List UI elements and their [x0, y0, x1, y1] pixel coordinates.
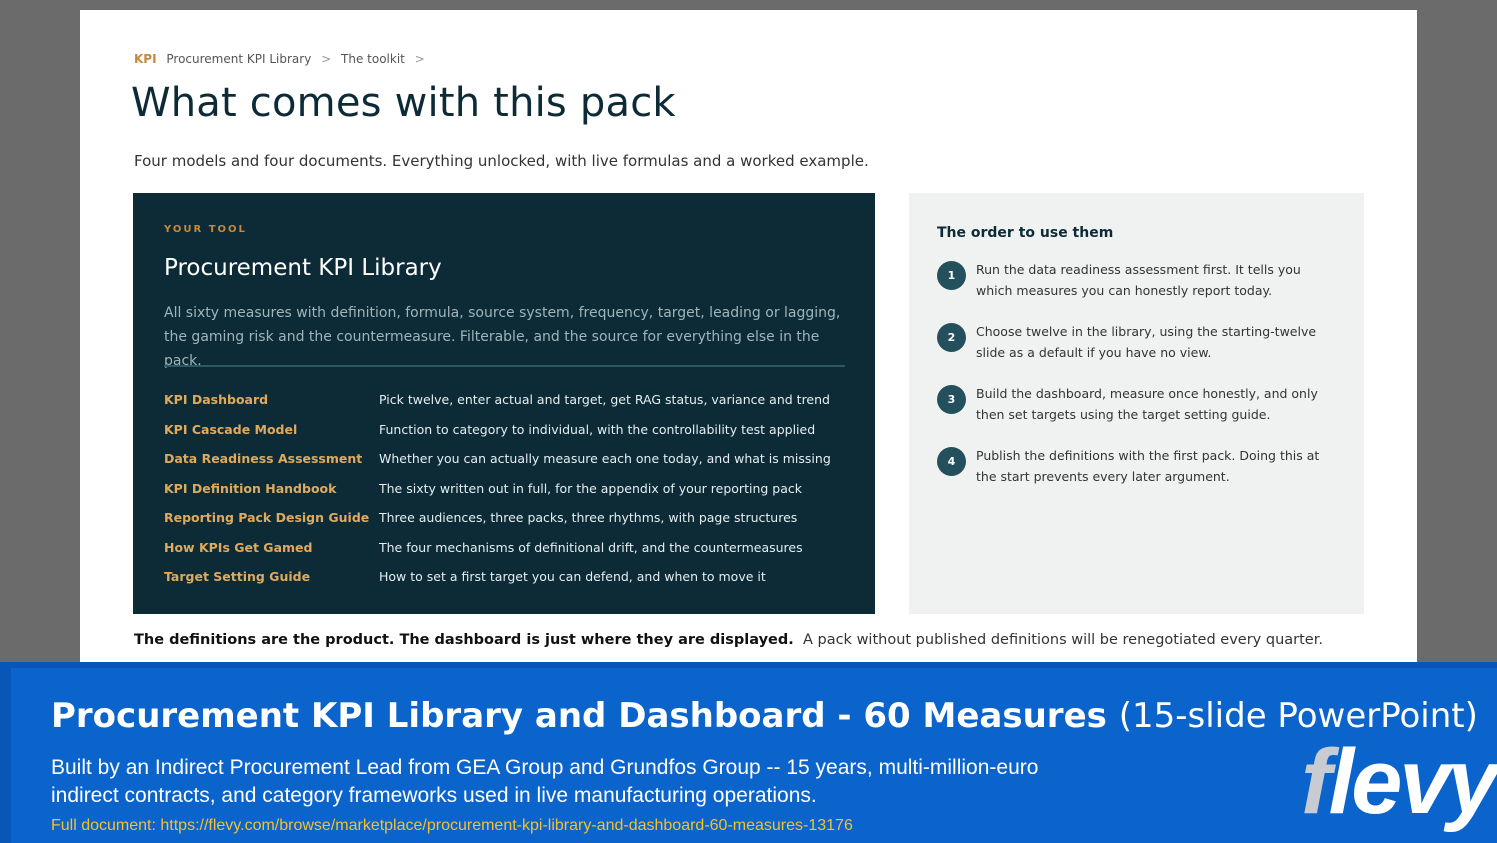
tool-divider	[164, 365, 845, 367]
list-item: Target Setting Guide How to set a first …	[164, 562, 854, 592]
breadcrumb-separator: >	[321, 52, 332, 66]
tool-components-list: KPI Dashboard Pick twelve, enter actual …	[164, 385, 854, 592]
banner-title-format: (15-slide PowerPoint)	[1118, 696, 1478, 736]
list-item: Data Readiness Assessment Whether you ca…	[164, 444, 854, 474]
footer-note: The definitions are the product. The das…	[134, 632, 1323, 648]
page-subtitle: Four models and four documents. Everythi…	[134, 152, 869, 170]
component-description: The four mechanisms of definitional drif…	[379, 539, 803, 555]
slide: KPI Procurement KPI Library > The toolki…	[80, 10, 1417, 670]
list-item: KPI Cascade Model Function to category t…	[164, 415, 854, 445]
list-item: 2 Choose twelve in the library, using th…	[937, 323, 1347, 385]
component-name: KPI Dashboard	[164, 392, 269, 408]
document-link[interactable]: Full document: https://flevy.com/browse/…	[51, 817, 853, 835]
component-description: How to set a first target you can defend…	[379, 569, 766, 585]
tool-card: YOUR TOOL Procurement KPI Library All si…	[133, 193, 875, 614]
banner-panel: Procurement KPI Library and Dashboard - …	[11, 668, 1497, 843]
breadcrumb-separator: >	[414, 52, 425, 66]
order-card: The order to use them 1 Run the data rea…	[909, 193, 1364, 614]
component-description: Pick twelve, enter actual and target, ge…	[379, 392, 830, 408]
breadcrumb: KPI Procurement KPI Library > The toolki…	[134, 52, 431, 66]
footer-note-text: A pack without published definitions wil…	[802, 632, 1323, 648]
banner-description: Built by an Indirect Procurement Lead fr…	[51, 756, 1039, 807]
component-name: Target Setting Guide	[164, 569, 311, 585]
component-name: Data Readiness Assessment	[164, 451, 363, 467]
step-number-badge: 3	[937, 385, 966, 414]
step-number-badge: 1	[937, 261, 966, 290]
list-item: 1 Run the data readiness assessment firs…	[937, 261, 1347, 323]
step-text: Publish the definitions with the first p…	[976, 448, 1320, 484]
list-item: 3 Build the dashboard, measure once hone…	[937, 385, 1347, 447]
component-description: The sixty written out in full, for the a…	[379, 480, 802, 496]
component-name: Reporting Pack Design Guide	[164, 510, 370, 526]
banner-title-main: Procurement KPI Library and Dashboard - …	[51, 696, 1107, 736]
banner-title: Procurement KPI Library and Dashboard - …	[51, 696, 1478, 736]
tool-eyebrow: YOUR TOOL	[164, 224, 247, 235]
tool-name: Procurement KPI Library	[164, 255, 442, 281]
page-title: What comes with this pack	[131, 80, 676, 126]
breadcrumb-tag: KPI	[134, 52, 157, 66]
component-description: Whether you can actually measure each on…	[379, 451, 831, 467]
logo-letter: f	[1301, 731, 1332, 833]
step-number-badge: 4	[937, 447, 966, 476]
step-text: Build the dashboard, measure once honest…	[976, 386, 1318, 422]
step-text: Choose twelve in the library, using the …	[976, 324, 1317, 360]
list-item: KPI Definition Handbook The sixty writte…	[164, 474, 854, 504]
steps-list: 1 Run the data readiness assessment firs…	[937, 261, 1347, 509]
list-item: Reporting Pack Design Guide Three audien…	[164, 503, 854, 533]
list-item: KPI Dashboard Pick twelve, enter actual …	[164, 385, 854, 415]
step-number-badge: 2	[937, 323, 966, 352]
breadcrumb-item-library[interactable]: Procurement KPI Library	[166, 52, 311, 66]
component-name: KPI Cascade Model	[164, 421, 298, 437]
step-text: Run the data readiness assessment first.…	[976, 262, 1301, 298]
footer-note-bold: The definitions are the product. The das…	[134, 632, 794, 648]
component-description: Three audiences, three packs, three rhyt…	[379, 510, 798, 526]
list-item: 4 Publish the definitions with the first…	[937, 447, 1347, 509]
list-item: How KPIs Get Gamed The four mechanisms o…	[164, 533, 854, 563]
component-name: How KPIs Get Gamed	[164, 539, 313, 555]
logo-rest: levy	[1328, 731, 1497, 833]
component-name: KPI Definition Handbook	[164, 480, 337, 496]
document-banner: Procurement KPI Library and Dashboard - …	[0, 662, 1497, 843]
order-title: The order to use them	[937, 225, 1114, 241]
component-description: Function to category to individual, with…	[379, 421, 816, 437]
breadcrumb-item-toolkit[interactable]: The toolkit	[341, 52, 405, 66]
flevy-logo[interactable]: flevy	[1301, 736, 1497, 828]
tool-description: All sixty measures with definition, form…	[164, 305, 841, 369]
